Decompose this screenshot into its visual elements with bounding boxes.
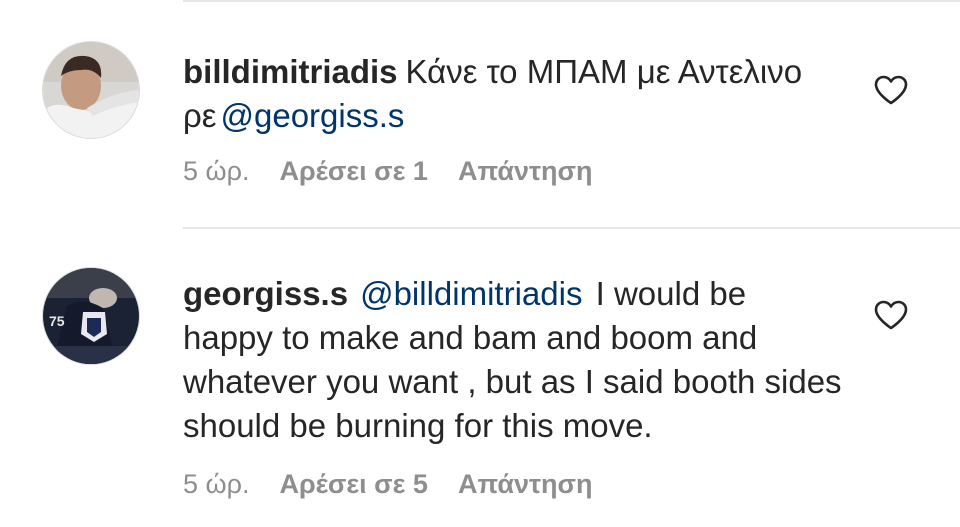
comment-time: 5 ώρ. (183, 469, 250, 499)
comment-mention[interactable]: @georgiss.s (220, 97, 404, 134)
comment-divider (183, 227, 960, 229)
reply-button[interactable]: Απάντηση (458, 156, 593, 186)
comment-time: 5 ώρ. (183, 156, 250, 186)
comment-likes-button[interactable]: Αρέσει σε 1 (279, 156, 427, 186)
comment-meta: 5 ώρ. Αρέσει σε 1 Απάντηση (183, 154, 593, 188)
comment-text: billdimitriadis Κάνε το ΜΠΑΜ με Αντελινο … (183, 50, 843, 138)
comment-username[interactable]: billdimitriadis (183, 53, 398, 90)
avatar-georgiss-s[interactable]: 75 (43, 268, 139, 364)
heart-outline-icon[interactable] (873, 299, 909, 331)
reply-button[interactable]: Απάντηση (458, 469, 593, 499)
comment-meta: 5 ώρ. Αρέσει σε 5 Απάντηση (183, 467, 593, 501)
avatar-billdimitriadis[interactable] (43, 42, 139, 138)
top-divider (183, 0, 960, 2)
comment-text: georgiss.s @billdimitriadis I would be ha… (183, 272, 843, 448)
comment-likes-button[interactable]: Αρέσει σε 5 (279, 469, 427, 499)
comment-username[interactable]: georgiss.s (183, 275, 348, 312)
comment-mention[interactable]: @billdimitriadis (360, 275, 582, 312)
svg-text:75: 75 (49, 313, 65, 329)
heart-outline-icon[interactable] (873, 74, 909, 106)
